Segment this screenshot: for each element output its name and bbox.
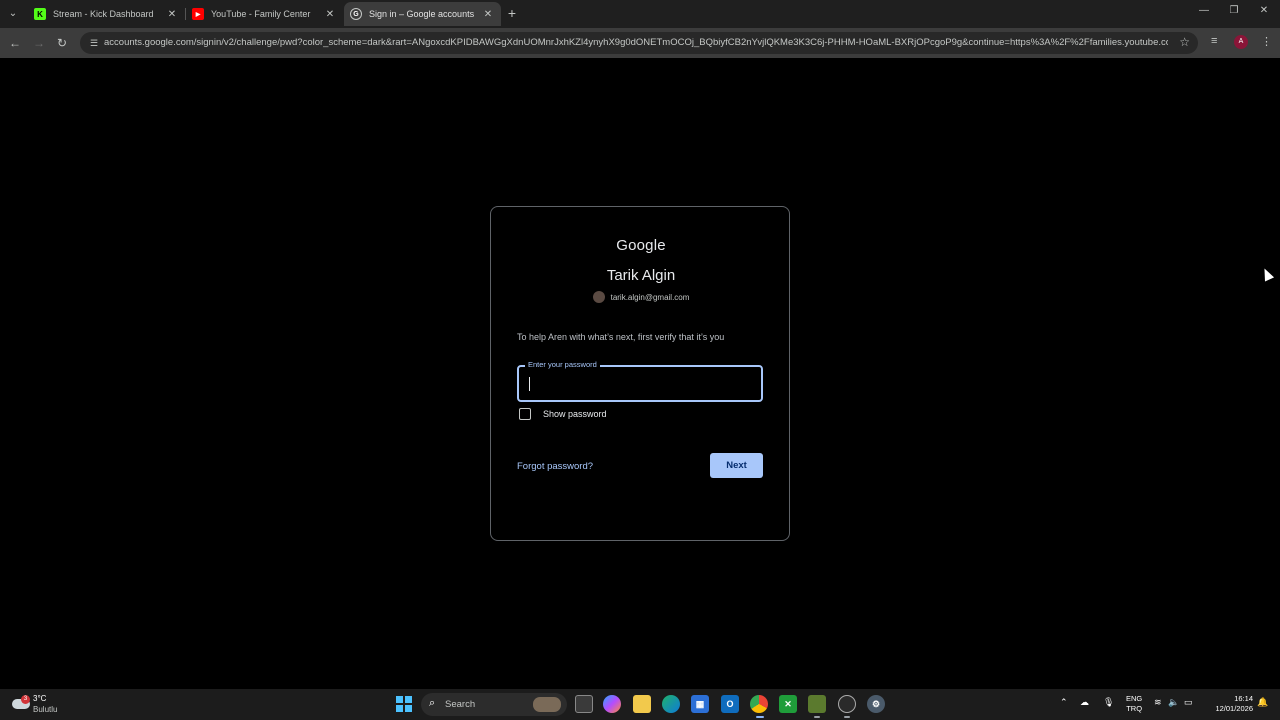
clock-time: 16:14 (1234, 694, 1253, 703)
weather-cloud-icon[interactable]: 3 (12, 695, 30, 711)
edge-icon[interactable] (662, 695, 680, 713)
app-notification-icon[interactable] (838, 695, 856, 713)
notification-bell-icon[interactable]: 🔔 (1257, 697, 1268, 708)
reload-icon[interactable]: ↻ (53, 34, 71, 52)
system-clock[interactable]: 16:14 12/01/2026 (1207, 694, 1253, 714)
tab-youtube-family-center[interactable]: ▶ YouTube - Family Center ✕ (186, 2, 343, 26)
windows-start-icon[interactable] (396, 696, 412, 712)
menu-kebab-icon[interactable]: ⋮ (1261, 35, 1272, 48)
show-password-checkbox[interactable] (519, 408, 531, 420)
weather-badge: 3 (21, 695, 30, 704)
url-text[interactable]: accounts.google.com/signin/v2/challenge/… (104, 37, 1168, 48)
outlook-icon[interactable]: O (721, 695, 739, 713)
verify-prompt: To help Aren with what’s next, first ver… (517, 332, 725, 342)
next-button[interactable]: Next (710, 453, 763, 478)
keyboard-layout: TRQ (1126, 704, 1143, 713)
task-view-icon[interactable] (575, 695, 593, 713)
password-input[interactable] (527, 375, 753, 393)
profile-avatar[interactable]: A (1234, 35, 1248, 49)
forgot-password-link[interactable]: Forgot password? (517, 461, 593, 472)
new-tab-button[interactable]: + (505, 4, 519, 22)
copilot-icon[interactable] (603, 695, 621, 713)
onedrive-cloud-icon[interactable]: ☁ (1080, 697, 1089, 708)
avatar (592, 291, 605, 303)
password-field[interactable]: Enter your password (517, 360, 763, 402)
active-app-indicator (756, 716, 764, 718)
bookmark-star-icon[interactable]: ☆ (1179, 35, 1190, 49)
password-label: Enter your password (525, 360, 600, 369)
start-tile (405, 705, 412, 712)
minecraft-icon[interactable] (808, 695, 826, 713)
start-tile (396, 696, 403, 703)
search-placeholder: Search (445, 699, 476, 710)
account-email: tarik.algin@gmail.com (610, 292, 690, 302)
tab-kick-dashboard[interactable]: K Stream - Kick Dashboard ✕ (28, 2, 185, 26)
signin-card: Google Tarik Algin tarik.algin@gmail.com… (490, 206, 790, 541)
start-tile (405, 696, 412, 703)
microsoft-store-icon[interactable]: ▦ (691, 695, 709, 713)
text-caret (529, 377, 530, 391)
weather-temperature[interactable]: 3°C (33, 694, 46, 703)
youtube-icon: ▶ (192, 8, 204, 20)
tab-search-chevron-icon[interactable]: ⌄ (4, 5, 22, 23)
search-icon: ⌕ (429, 697, 436, 709)
show-password-label: Show password (543, 409, 607, 419)
settings-gear-icon[interactable]: ⚙ (867, 695, 885, 713)
volume-icon[interactable]: 🔈 (1168, 697, 1179, 708)
close-tab-icon[interactable]: ✕ (165, 9, 179, 20)
forward-arrow-icon[interactable]: → (30, 34, 48, 52)
kick-icon: K (34, 8, 46, 20)
xbox-icon[interactable]: ✕ (779, 695, 797, 713)
mouse-cursor-icon (1259, 266, 1275, 282)
search-highlight-image (533, 697, 561, 712)
language-code: ENG (1126, 694, 1143, 703)
back-arrow-icon[interactable]: ← (6, 34, 24, 52)
tab-google-sign-in[interactable]: G Sign in – Google accounts ✕ (344, 2, 501, 26)
show-password-toggle[interactable]: Show password (519, 408, 607, 420)
chrome-icon[interactable] (750, 695, 768, 713)
close-tab-icon[interactable]: ✕ (323, 9, 337, 20)
running-app-indicator (844, 716, 850, 718)
browser-toolbar: ← → ↻ ☰ accounts.google.com/signin/v2/ch… (0, 28, 1280, 58)
input-language-indicator[interactable]: ENG TRQ (1126, 694, 1142, 714)
start-tile (396, 705, 403, 712)
tab-title: Sign in – Google accounts (369, 9, 475, 19)
maximize-icon[interactable]: ❐ (1226, 5, 1242, 16)
weather-description[interactable]: Bulutlu (33, 705, 57, 714)
google-icon: G (350, 8, 362, 20)
wifi-icon[interactable]: ≋ (1154, 697, 1162, 708)
close-tab-icon[interactable]: ✕ (481, 9, 495, 20)
tab-title: YouTube - Family Center (211, 9, 311, 19)
close-window-icon[interactable]: ✕ (1256, 5, 1272, 16)
site-settings-icon[interactable]: ☰ (87, 36, 101, 50)
taskbar-search[interactable]: ⌕ Search (421, 693, 567, 716)
minimize-icon[interactable]: — (1196, 5, 1212, 16)
file-explorer-icon[interactable] (633, 695, 651, 713)
battery-icon[interactable]: ▭ (1184, 697, 1193, 708)
account-name: Tarik Algin (606, 267, 676, 284)
tray-overflow-chevron-icon[interactable]: ⌃ (1060, 697, 1068, 708)
reading-list-icon[interactable]: ≡ (1211, 35, 1217, 47)
address-bar[interactable]: ☰ accounts.google.com/signin/v2/challeng… (80, 32, 1198, 54)
microphone-icon[interactable]: 🎙 (1103, 697, 1114, 708)
clock-date: 12/01/2026 (1215, 704, 1253, 713)
tab-strip: ⌄ K Stream - Kick Dashboard ✕ ▶ YouTube … (0, 0, 1280, 28)
tab-title: Stream - Kick Dashboard (53, 9, 154, 19)
google-logo: Google (616, 237, 666, 254)
taskbar: 3 3°C Bulutlu ⌕ Search ▦ O ✕ ⚙ ⌃ ☁ 🎙 ENG… (0, 689, 1280, 720)
running-app-indicator (814, 716, 820, 718)
account-chip[interactable]: tarik.algin@gmail.com (491, 291, 791, 303)
